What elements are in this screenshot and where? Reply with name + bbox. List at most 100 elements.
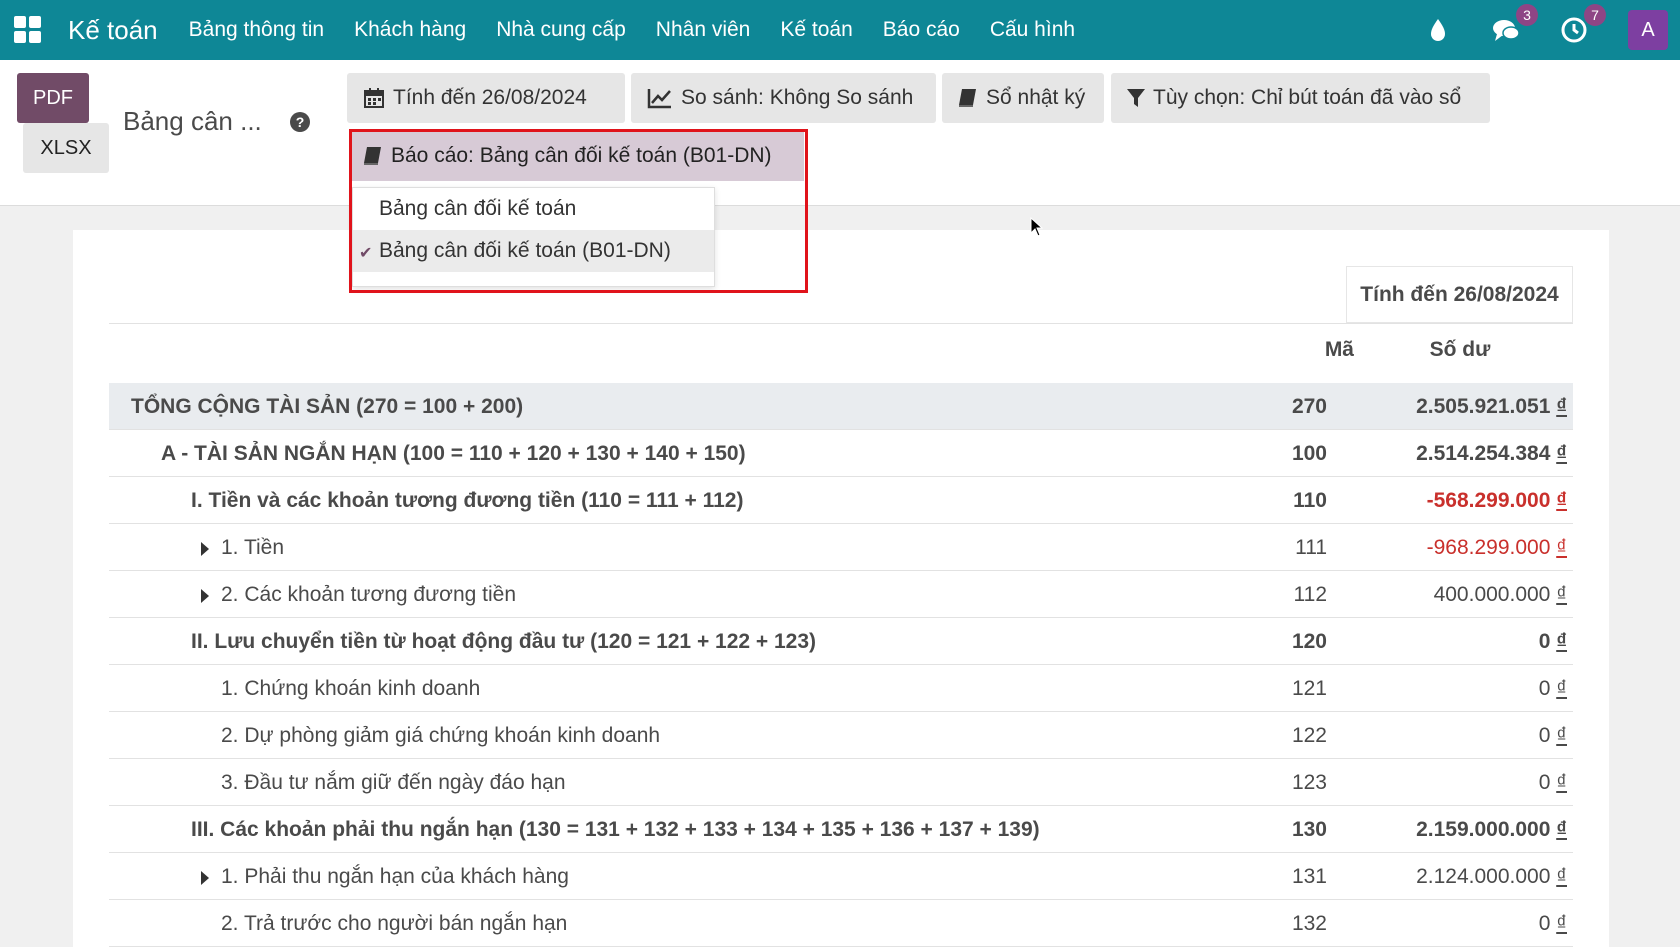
- currency-symbol: ₫: [1556, 771, 1567, 794]
- row-label: 2. Các khoản tương đương tiền: [221, 583, 516, 606]
- page-title: Bảng cân ...: [123, 106, 262, 136]
- currency-symbol: ₫: [1556, 865, 1567, 888]
- caret-right-icon[interactable]: [201, 589, 209, 603]
- row-label: 1. Phải thu ngắn hạn của khách hàng: [221, 865, 569, 888]
- amount-value: 0: [1538, 724, 1551, 747]
- xlsx-export-button[interactable]: XLSX: [23, 123, 109, 173]
- row-code: 100: [1291, 442, 1327, 465]
- table-row[interactable]: I. Tiền và các khoản tương đương tiền (1…: [109, 477, 1573, 524]
- drop-icon[interactable]: [1424, 16, 1452, 44]
- table-row[interactable]: 2. Dự phòng giảm giá chứng khoán kinh do…: [109, 712, 1573, 759]
- comparison-button[interactable]: So sánh: Không So sánh: [631, 73, 936, 123]
- amount-value: 0: [1538, 912, 1551, 935]
- row-amount[interactable]: 0 ₫: [1539, 677, 1567, 701]
- column-header-code: Mã: [1324, 338, 1354, 361]
- top-navbar: Kế toán Bảng thông tin Khách hàng Nhà cu…: [0, 0, 1680, 60]
- menu-item-accounting[interactable]: Kế toán: [765, 18, 867, 42]
- row-amount[interactable]: -568.299.000 ₫: [1427, 489, 1567, 513]
- table-row[interactable]: TỔNG CỘNG TÀI SẢN (270 = 100 + 200) 270 2.…: [109, 383, 1573, 430]
- table-row[interactable]: 1. Chứng khoán kinh doanh 121 0 ₫: [109, 665, 1573, 712]
- pdf-export-button[interactable]: PDF: [17, 73, 89, 123]
- book-icon: [958, 87, 978, 109]
- row-code: 123: [1291, 771, 1327, 794]
- row-amount[interactable]: 0 ₫: [1539, 912, 1567, 936]
- row-label: TỔNG CỘNG TÀI SẢN (270 = 100 + 200): [131, 395, 524, 418]
- caret-right-icon[interactable]: [201, 542, 209, 556]
- row-label: A - TÀI SẢN NGẮN HẠN (100 = 110 + 120 + …: [161, 442, 746, 465]
- comparison-label: So sánh: Không So sánh: [681, 86, 914, 109]
- amount-value: 0: [1538, 771, 1551, 794]
- line-chart-icon: [647, 87, 673, 109]
- row-amount[interactable]: -968.299.000 ₫: [1427, 536, 1567, 560]
- caret-right-icon[interactable]: [201, 871, 209, 885]
- amount-value: -968.299.000: [1426, 536, 1551, 559]
- user-avatar[interactable]: A: [1628, 10, 1668, 50]
- menu-item-configuration[interactable]: Cấu hình: [975, 18, 1090, 42]
- help-icon[interactable]: ?: [290, 112, 310, 132]
- messages-badge: 3: [1516, 4, 1538, 26]
- journals-label: Sổ nhật ký: [986, 86, 1086, 109]
- row-label: III. Các khoản phải thu ngắn hạn (130 = …: [191, 818, 1040, 841]
- row-amount[interactable]: 0 ₫: [1539, 630, 1567, 654]
- amount-value: 2.514.254.384: [1416, 442, 1551, 465]
- messages-icon[interactable]: 3: [1492, 4, 1538, 44]
- amount-value: 400.000.000: [1433, 583, 1551, 606]
- row-code: 111: [1295, 536, 1327, 559]
- highlight-annotation-box: [349, 129, 808, 293]
- currency-symbol: ₫: [1556, 630, 1567, 653]
- row-amount[interactable]: 0 ₫: [1539, 771, 1567, 795]
- table-row[interactable]: 2. Trả trước cho người bán ngắn hạn 132 0 …: [109, 900, 1573, 947]
- menu-item-vendors[interactable]: Nhà cung cấp: [481, 18, 641, 42]
- apps-menu-icon[interactable]: [14, 16, 42, 44]
- table-row[interactable]: 1. Phải thu ngắn hạn của khách hàng 131 2.…: [109, 853, 1573, 900]
- menu-item-reporting[interactable]: Báo cáo: [868, 18, 975, 42]
- currency-symbol: ₫: [1556, 395, 1567, 418]
- activities-clock-icon[interactable]: 7: [1560, 4, 1606, 44]
- row-label: 2. Trả trước cho người bán ngắn hạn: [221, 912, 568, 935]
- table-row[interactable]: 3. Đầu tư nắm giữ đến ngày đáo hạn 123 0 ₫: [109, 759, 1573, 806]
- column-header-date: Tính đến 26/08/2024: [1346, 266, 1573, 323]
- row-code: 110: [1293, 489, 1327, 512]
- row-code: 270: [1291, 395, 1327, 418]
- main-menu: Bảng thông tin Khách hàng Nhà cung cấp N…: [174, 18, 1090, 42]
- app-brand[interactable]: Kế toán: [68, 15, 158, 46]
- row-amount[interactable]: 400.000.000 ₫: [1434, 583, 1567, 607]
- row-code: 132: [1291, 912, 1327, 935]
- amount-value: 0: [1538, 630, 1551, 653]
- row-code: 121: [1291, 677, 1327, 700]
- amount-value: 2.159.000.000: [1416, 818, 1551, 841]
- row-label: I. Tiền và các khoản tương đương tiền (1…: [191, 489, 744, 512]
- table-row[interactable]: 2. Các khoản tương đương tiền 112 400.000.…: [109, 571, 1573, 618]
- currency-symbol: ₫: [1556, 724, 1567, 747]
- row-label: 3. Đầu tư nắm giữ đến ngày đáo hạn: [221, 771, 566, 794]
- amount-value: 0: [1538, 677, 1551, 700]
- amount-value: 2.124.000.000: [1416, 865, 1551, 888]
- menu-item-dashboard[interactable]: Bảng thông tin: [174, 18, 339, 42]
- row-amount[interactable]: 2.514.254.384 ₫: [1416, 442, 1567, 466]
- table-row[interactable]: III. Các khoản phải thu ngắn hạn (130 = …: [109, 806, 1573, 853]
- table-row[interactable]: A - TÀI SẢN NGẮN HẠN (100 = 110 + 120 + …: [109, 430, 1573, 477]
- row-amount[interactable]: 0 ₫: [1539, 724, 1567, 748]
- table-row[interactable]: 1. Tiền 111 -968.299.000 ₫: [109, 524, 1573, 571]
- filter-icon: [1127, 88, 1145, 108]
- currency-symbol: ₫: [1556, 536, 1567, 559]
- row-amount[interactable]: 2.505.921.051 ₫: [1416, 395, 1567, 419]
- currency-symbol: ₫: [1556, 442, 1567, 465]
- row-amount[interactable]: 2.159.000.000 ₫: [1416, 818, 1567, 842]
- menu-item-employees[interactable]: Nhân viên: [641, 18, 766, 42]
- row-amount[interactable]: 2.124.000.000 ₫: [1416, 865, 1567, 889]
- column-header-balance: Số dư: [1429, 338, 1491, 361]
- row-code: 120: [1291, 630, 1327, 653]
- row-code: 122: [1291, 724, 1327, 747]
- table-row[interactable]: II. Lưu chuyển tiền từ hoạt động đầu tư …: [109, 618, 1573, 665]
- journals-button[interactable]: Sổ nhật ký: [942, 73, 1104, 123]
- date-filter-button[interactable]: Tính đến 26/08/2024: [347, 73, 625, 123]
- navbar-systray: 3 7 A: [1424, 0, 1680, 60]
- menu-item-customers[interactable]: Khách hàng: [339, 18, 481, 42]
- calendar-icon: [363, 87, 385, 109]
- row-label: 2. Dự phòng giảm giá chứng khoán kinh do…: [221, 724, 661, 747]
- currency-symbol: ₫: [1556, 677, 1567, 700]
- options-button[interactable]: Tùy chọn: Chỉ bút toán đã vào sổ: [1111, 73, 1490, 123]
- amount-value: 2.505.921.051: [1416, 395, 1551, 418]
- report-table: TỔNG CỘNG TÀI SẢN (270 = 100 + 200) 270 2.…: [109, 383, 1573, 947]
